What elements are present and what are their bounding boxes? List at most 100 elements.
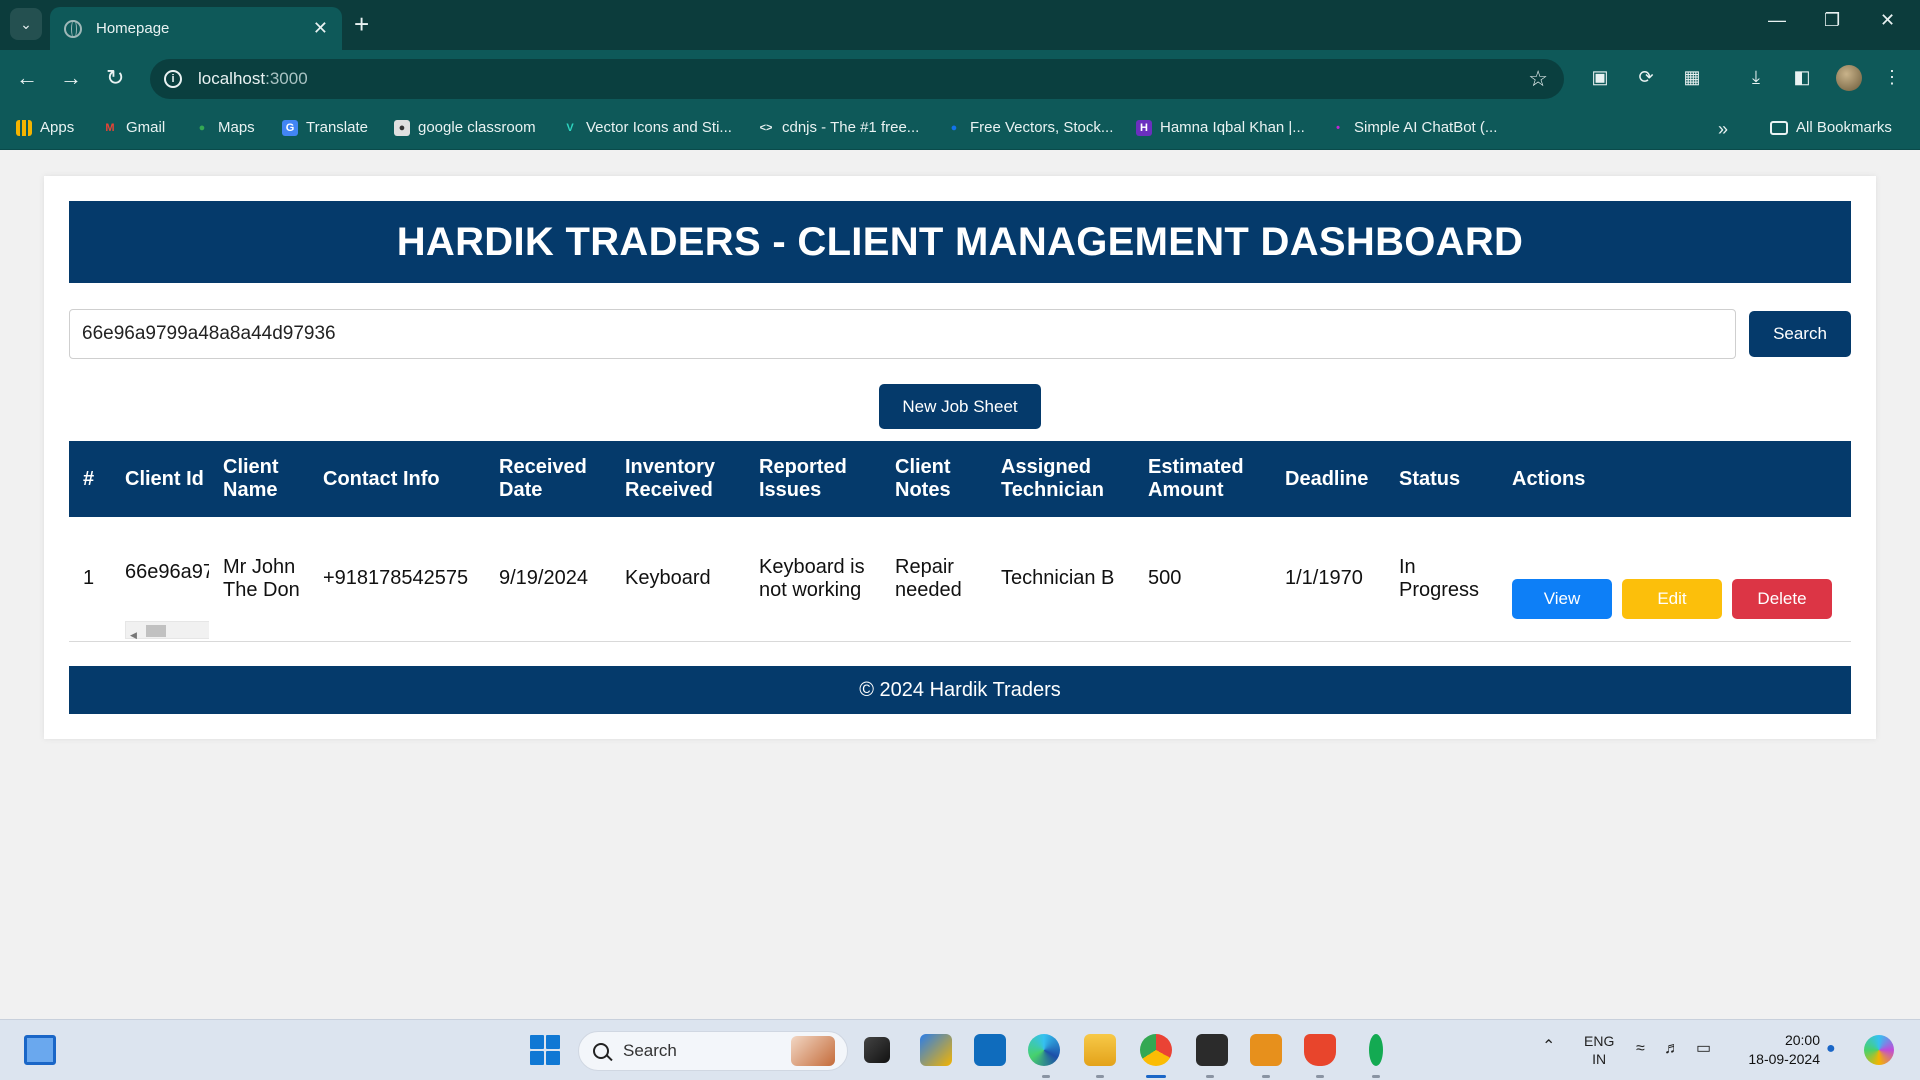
- forward-arrow-icon[interactable]: →: [60, 64, 82, 92]
- extensions-puzzle-icon[interactable]: ▦: [1680, 65, 1704, 89]
- clients-table: # Client Id Client Name Contact Info Rec…: [69, 441, 1851, 642]
- cell-contact: +918178542575: [323, 567, 469, 590]
- col-header-deadline: Deadline: [1285, 467, 1369, 490]
- back-arrow-icon[interactable]: ←: [16, 64, 38, 92]
- more-bookmarks-chevron-icon[interactable]: »: [1718, 119, 1728, 140]
- chrome-icon[interactable]: [1140, 1034, 1172, 1066]
- taskbar-search-label: Search: [623, 1041, 677, 1060]
- address-bar[interactable]: i localhost:3000 ☆: [150, 59, 1564, 99]
- clock-date: 18-09-2024: [1748, 1051, 1820, 1067]
- sublime-text-icon[interactable]: [1250, 1034, 1282, 1066]
- app-running-dot: [1042, 1075, 1050, 1078]
- minimize-icon[interactable]: —: [1768, 10, 1786, 31]
- profile-avatar[interactable]: [1836, 65, 1862, 91]
- bookmark-apps[interactable]: Apps: [16, 119, 74, 136]
- reload-icon[interactable]: ↻: [106, 64, 124, 92]
- notification-bell-icon[interactable]: ●: [1826, 1040, 1836, 1058]
- cell-number: 1: [83, 567, 95, 590]
- task-view-icon[interactable]: [864, 1037, 890, 1063]
- cell-status: In Progress: [1399, 555, 1480, 601]
- chatbot-icon: •: [1336, 121, 1340, 134]
- bookmark-gmail[interactable]: M Gmail: [102, 119, 165, 136]
- edit-button[interactable]: Edit: [1622, 578, 1722, 619]
- terminal-icon[interactable]: [1196, 1034, 1228, 1066]
- wifi-icon[interactable]: ≈: [1636, 1040, 1645, 1058]
- cell-amount: 500: [1148, 567, 1182, 590]
- cell-horizontal-scrollbar[interactable]: ◀ ▶: [125, 620, 209, 642]
- restore-icon[interactable]: ❐: [1824, 10, 1840, 31]
- copilot-icon[interactable]: [1864, 1035, 1894, 1065]
- close-tab-icon[interactable]: ✕: [313, 18, 328, 39]
- volume-icon[interactable]: ♬: [1664, 1040, 1680, 1058]
- globe-icon: [64, 19, 82, 38]
- search-button[interactable]: Search: [1749, 311, 1851, 357]
- app-active-indicator: [1146, 1075, 1166, 1078]
- brave-icon[interactable]: [1304, 1034, 1336, 1066]
- cell-inventory: Keyboard: [625, 567, 711, 590]
- search-icon: [593, 1043, 609, 1059]
- classroom-icon: ●: [394, 119, 410, 136]
- battery-icon[interactable]: ▭: [1696, 1040, 1711, 1058]
- bookmark-chatbot[interactable]: • Simple AI ChatBot (...: [1330, 119, 1497, 136]
- tab-title: Homepage: [96, 20, 170, 37]
- widgets-icon[interactable]: [24, 1035, 56, 1065]
- cell-actions: View Edit Delete: [1498, 517, 1851, 641]
- more-menu-icon[interactable]: ⋮: [1880, 65, 1904, 89]
- sync-extension-icon[interactable]: ⟳: [1634, 65, 1658, 89]
- search-highlight-image: [791, 1036, 835, 1066]
- bookmark-cdnjs[interactable]: <> cdnjs - The #1 free...: [758, 119, 920, 136]
- new-job-sheet-button[interactable]: New Job Sheet: [879, 384, 1041, 429]
- browser-tab-strip: ⌄ Homepage ✕ + — ❐ ✕: [0, 0, 1920, 50]
- scroll-thumb[interactable]: [146, 624, 166, 637]
- all-bookmarks[interactable]: All Bookmarks: [1770, 119, 1892, 136]
- page-viewport: HARDIK TRADERS - CLIENT MANAGEMENT DASHB…: [0, 150, 1920, 1019]
- col-header-estimated-amount: Estimated Amount: [1148, 456, 1244, 501]
- folder-icon: [1770, 120, 1788, 135]
- windows-start-icon[interactable]: [530, 1035, 560, 1065]
- view-button[interactable]: View: [1512, 578, 1612, 619]
- app-running-dot: [1316, 1075, 1324, 1078]
- bookmark-hamna[interactable]: H Hamna Iqbal Khan |...: [1136, 119, 1305, 136]
- show-hidden-icons-chevron-icon[interactable]: ⌃: [1542, 1038, 1555, 1056]
- app-running-dot: [1206, 1075, 1214, 1078]
- gmail-icon: M: [105, 121, 115, 134]
- store-icon[interactable]: [920, 1034, 952, 1066]
- vector-icon: V: [566, 121, 574, 134]
- taskbar-clock[interactable]: 20:00 18-09-2024: [1730, 1031, 1820, 1069]
- search-input[interactable]: [69, 309, 1736, 359]
- col-header-inventory-received: Inventory Received: [625, 456, 716, 501]
- bookmarks-bar: Apps M Gmail ● Maps G Translate ● google cla…: [0, 108, 1920, 150]
- col-header-number: #: [83, 467, 95, 490]
- bookmark-star-icon[interactable]: ☆: [1528, 66, 1548, 92]
- col-header-client-notes: Client Notes: [895, 456, 951, 501]
- camera-extension-icon[interactable]: ▣: [1588, 65, 1612, 89]
- close-window-icon[interactable]: ✕: [1880, 10, 1895, 31]
- col-header-client-id: Client Id: [125, 467, 204, 490]
- translate-icon: G: [282, 119, 298, 136]
- page-title: HARDIK TRADERS - CLIENT MANAGEMENT DASHB…: [69, 201, 1851, 283]
- cell-deadline: 1/1/1970: [1285, 567, 1363, 590]
- cell-notes: Repair needed: [895, 555, 962, 601]
- edge-icon[interactable]: [1028, 1034, 1060, 1066]
- clock-time: 20:00: [1784, 1032, 1820, 1048]
- file-explorer-icon[interactable]: [1084, 1034, 1116, 1066]
- bookmark-translate[interactable]: G Translate: [282, 119, 368, 136]
- outlook-icon[interactable]: [974, 1034, 1006, 1066]
- browser-tab-homepage[interactable]: Homepage ✕: [50, 7, 342, 50]
- language-indicator[interactable]: ENG IN: [1584, 1032, 1614, 1068]
- bookmark-free-vectors[interactable]: ● Free Vectors, Stock...: [946, 119, 1114, 136]
- bookmark-maps[interactable]: ● Maps: [194, 119, 255, 136]
- page-footer: © 2024 Hardik Traders: [69, 666, 1851, 714]
- bookmark-vector-icons[interactable]: V Vector Icons and Sti...: [562, 119, 732, 136]
- download-icon[interactable]: ⤓: [1744, 65, 1768, 89]
- new-tab-plus-icon[interactable]: +: [354, 10, 369, 38]
- scroll-left-arrow-icon[interactable]: ◀: [130, 624, 137, 642]
- side-panel-icon[interactable]: ◧: [1790, 65, 1814, 89]
- col-header-received-date: Received Date: [499, 456, 587, 501]
- tab-search-chevron-icon[interactable]: ⌄: [10, 8, 42, 40]
- mongodb-icon[interactable]: [1369, 1034, 1383, 1066]
- site-info-icon[interactable]: i: [164, 70, 182, 88]
- taskbar-search[interactable]: Search: [578, 1031, 848, 1071]
- bookmark-google-classroom[interactable]: ● google classroom: [394, 119, 536, 136]
- delete-button[interactable]: Delete: [1732, 578, 1832, 619]
